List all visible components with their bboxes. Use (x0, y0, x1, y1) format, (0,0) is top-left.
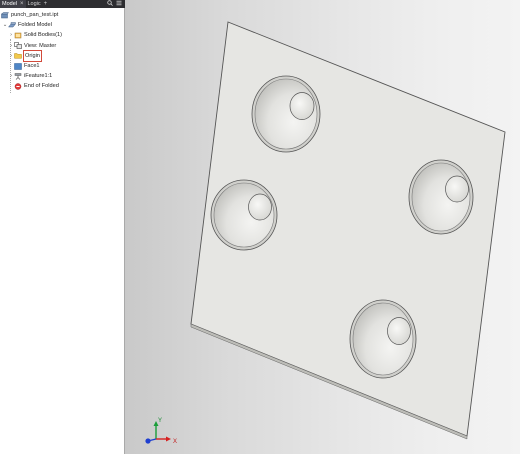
tab-logic-label: Logic (27, 1, 41, 7)
add-tab-icon[interactable]: + (44, 0, 48, 8)
search-icon[interactable] (107, 0, 113, 9)
tree-item-ifeature[interactable]: › iFeature1:1 (0, 71, 125, 81)
tab-model-label: Model (2, 1, 17, 7)
x-axis-arrow-icon (166, 436, 171, 442)
tree-item-label: End of Folded (24, 83, 59, 90)
view-triad[interactable]: X Y (145, 418, 177, 445)
tree-item-face1[interactable]: Face1 (0, 61, 125, 71)
tree-item-origin[interactable]: › Origin (0, 49, 125, 62)
tree-item-label: iFeature1:1 (24, 73, 53, 80)
model-tree: punch_pan_test.ipt ⌄ Folded Model › Soli… (0, 10, 125, 93)
part-file-icon (0, 11, 9, 19)
tree-root-label: punch_pan_test.ipt (11, 12, 59, 19)
close-icon[interactable]: × (20, 0, 24, 8)
menu-icon[interactable] (116, 0, 122, 9)
face-icon (14, 62, 22, 70)
tree-item-label: Folded Model (18, 22, 52, 29)
model-scene: X Y (145, 21, 506, 445)
tree-item-folded-model[interactable]: ⌄ Folded Model (0, 20, 125, 30)
end-of-part-icon (14, 83, 22, 90)
tab-logic[interactable]: Logic + (26, 0, 50, 8)
view-icon (14, 42, 22, 49)
tree-root[interactable]: punch_pan_test.ipt (0, 10, 125, 20)
tree-item-view-master[interactable]: › View: Master (0, 41, 125, 51)
punch-feature[interactable] (251, 75, 321, 153)
punch-feature[interactable] (349, 299, 417, 379)
tab-model[interactable]: Model × (0, 0, 26, 8)
z-axis-dot-icon (145, 438, 151, 444)
y-axis-label: Y (158, 418, 162, 424)
tree-item-label: View: Master (24, 42, 57, 49)
folder-icon (14, 52, 22, 59)
punch-feature[interactable] (408, 159, 474, 235)
browser-tab-bar: Model × Logic + (0, 0, 125, 8)
graphics-viewport[interactable]: X Y (125, 0, 520, 454)
solid-bodies-icon (14, 32, 22, 39)
folded-model-icon (7, 22, 17, 29)
tree-item-label: Face1 (24, 63, 40, 70)
x-axis-label: X (173, 439, 177, 445)
model-browser-panel: Model × Logic + punch_pan_test.ipt ⌄ Fol… (0, 0, 125, 454)
tree-item-label: Solid Bodies(1) (24, 32, 62, 39)
tree-item-end-of-folded[interactable]: End of Folded (0, 81, 125, 91)
tree-item-solid-bodies[interactable]: › Solid Bodies(1) (0, 30, 125, 40)
ifeature-icon (14, 72, 22, 80)
tree-item-label: Origin (23, 49, 42, 62)
punch-feature[interactable] (210, 179, 278, 251)
